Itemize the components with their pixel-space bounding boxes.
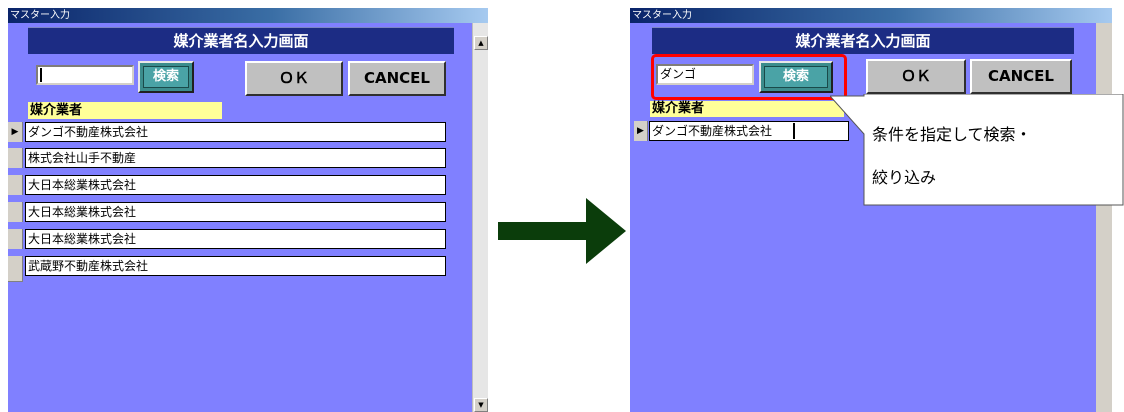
- cancel-button[interactable]: CANCEL: [348, 61, 446, 96]
- callout-text-line1: 条件を指定して検索・: [872, 125, 1032, 144]
- new-row-selector[interactable]: [8, 276, 23, 282]
- callout-text-line2: 絞り込み: [872, 168, 937, 187]
- right-arrow-icon: [498, 198, 626, 264]
- form-header: 媒介業者名入力画面: [28, 27, 454, 54]
- row-selector[interactable]: ▶: [634, 121, 648, 141]
- table-row[interactable]: 株式会社山手不動産: [8, 148, 448, 168]
- table-row[interactable]: 大日本総業株式会社: [8, 229, 448, 249]
- broker-name-cell[interactable]: 大日本総業株式会社: [25, 229, 446, 249]
- text-caret: [793, 123, 795, 139]
- search-highlight-box: [651, 54, 847, 100]
- ok-button[interactable]: ＯＫ: [245, 61, 343, 96]
- field-label-broker: 媒介業者: [650, 101, 844, 117]
- broker-name-cell[interactable]: 大日本総業株式会社: [25, 202, 446, 222]
- row-selector[interactable]: [8, 229, 23, 249]
- broker-name-cell[interactable]: 武蔵野不動産株式会社: [25, 256, 446, 276]
- annotation-callout: [830, 94, 1124, 206]
- broker-name-cell[interactable]: ダンゴ不動産株式会社: [649, 121, 849, 141]
- form-header: 媒介業者名入力画面: [652, 27, 1074, 54]
- table-row[interactable]: 武蔵野不動産株式会社: [8, 256, 448, 276]
- row-selector[interactable]: ▶: [8, 122, 23, 142]
- broker-name-cell[interactable]: 大日本総業株式会社: [25, 175, 446, 195]
- search-button[interactable]: 検索: [138, 61, 194, 93]
- broker-name-cell[interactable]: 株式会社山手不動産: [25, 148, 446, 168]
- field-label-broker: 媒介業者: [28, 102, 222, 119]
- table-row[interactable]: ▶ ダンゴ不動産株式会社: [634, 121, 854, 141]
- scroll-down-icon[interactable]: ▼: [474, 398, 488, 412]
- search-input[interactable]: [36, 65, 134, 85]
- search-button-label: 検索: [143, 66, 189, 88]
- scroll-up-icon[interactable]: ▲: [474, 36, 488, 50]
- row-selector[interactable]: [8, 175, 23, 195]
- ok-button[interactable]: ＯＫ: [866, 59, 966, 94]
- window-title: マスター入力: [630, 8, 1112, 23]
- row-selector[interactable]: [8, 202, 23, 222]
- cancel-button[interactable]: CANCEL: [970, 59, 1072, 94]
- table-row[interactable]: 大日本総業株式会社: [8, 175, 448, 195]
- broker-name-cell[interactable]: ダンゴ不動産株式会社: [25, 122, 446, 142]
- vertical-scrollbar[interactable]: ▲ ▼: [472, 23, 488, 412]
- table-row[interactable]: ▶ ダンゴ不動産株式会社: [8, 122, 448, 142]
- row-selector[interactable]: [8, 148, 23, 168]
- left-form-window: マスター入力 媒介業者名入力画面 検索 ＯＫ CANCEL 媒介業者 ▶ ダンゴ…: [8, 8, 488, 412]
- window-side-panel: [1096, 23, 1112, 412]
- row-selector[interactable]: [8, 256, 23, 276]
- window-title: マスター入力: [8, 8, 488, 23]
- text-caret: [40, 68, 42, 82]
- table-row[interactable]: 大日本総業株式会社: [8, 202, 448, 222]
